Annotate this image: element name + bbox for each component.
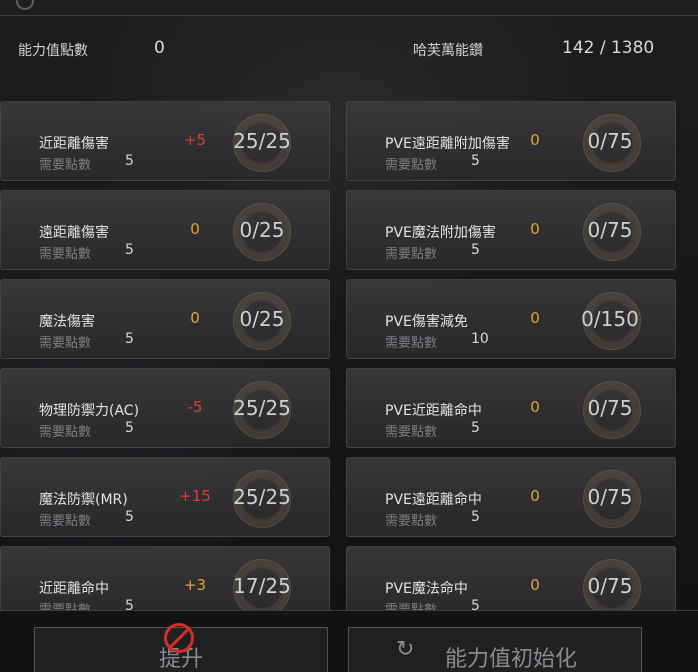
stat-level: 0/75 [587,396,633,420]
required-points-label: 需要點數 [39,425,92,440]
stat-name: PVE近距離命中 [385,403,482,419]
stat-delta: +5 [183,131,207,149]
stat-delta: 0 [530,131,540,149]
stat-card[interactable]: 魔法防禦(MR) 需要點數 5 +15 25/25 [0,457,330,537]
stat-name: PVE遠距離命中 [385,492,482,508]
stat-level: 17/25 [233,574,291,598]
stat-name: 魔法防禦(MR) [39,492,128,508]
stat-delta: 0 [190,220,200,238]
stat-grid: 近距離傷害 需要點數 5 +5 25/25 遠距離傷害 需要點數 5 0 0/25 魔法傷害 需要點數… [0,0,698,610]
required-points-value: 10 [471,331,489,347]
stat-level: 0/75 [587,574,633,598]
required-points-label: 需要點數 [39,158,92,173]
stat-card[interactable]: 近距離傷害需要點數 5 +5 25/25 [0,101,330,181]
required-points-value: 5 [471,598,480,610]
stat-card[interactable]: 遠距離傷害需要點數 5 0 0/25 [0,190,330,270]
required-points-label: 需要點數 [39,336,92,351]
stat-name: PVE遠距離附加傷害 [385,136,510,152]
stat-delta: 0 [530,398,540,416]
required-points-value: 5 [471,153,480,169]
stat-delta: 0 [530,576,540,594]
stat-card[interactable]: 近距離命中需要點數 5 +3 17/25 [0,546,330,610]
required-points-value: 5 [471,509,480,525]
stat-card[interactable]: PVE近距離命中 需要點數 5 0 0/75 [346,368,676,448]
reset-button[interactable]: 能力值初始化 [348,627,642,672]
stat-level: 0/75 [587,129,633,153]
no-entry-icon [164,623,194,653]
required-points-label: 需要點數 [385,247,438,262]
stat-level: 25/25 [233,485,291,509]
stat-name: PVE傷害減免 [385,314,468,330]
stat-card[interactable]: PVE傷害減免 需要點數 10 0 0/150 [346,279,676,359]
bottom-bar: 提升 能力值初始化 ↻ [0,610,698,672]
stat-level: 0/25 [239,218,285,242]
stat-name: PVE魔法附加傷害 [385,225,496,241]
refresh-icon: ↻ [396,637,415,662]
stat-name: 近距離命中 [39,581,109,597]
stat-level: 0/25 [239,307,285,331]
required-points-value: 5 [471,242,480,258]
stat-level: 25/25 [233,129,291,153]
stat-name: 魔法傷害 [39,314,95,330]
stat-delta: 0 [190,309,200,327]
required-points-value: 5 [125,420,134,436]
required-points-label: 需要點數 [385,158,438,173]
stat-level: 0/75 [587,485,633,509]
stat-card[interactable]: PVE魔法命中需要點數 5 0 0/75 [346,546,676,610]
required-points-label: 需要點數 [39,599,91,610]
stat-delta: 0 [530,309,540,327]
stat-card[interactable]: 魔法傷害需要點數 5 0 0/25 [0,279,330,359]
required-points-label: 需要點數 [385,425,438,440]
stat-name: 近距離傷害 [39,136,109,152]
stat-card[interactable]: PVE遠距離命中 需要點數 5 0 0/75 [346,457,676,537]
stat-delta: 0 [530,220,540,238]
stat-name: 遠距離傷害 [39,225,109,241]
required-points-value: 5 [471,420,480,436]
stat-level: 0/150 [581,307,639,331]
stat-delta: 0 [530,487,540,505]
stat-level: 25/25 [233,396,291,420]
required-points-label: 需要點數 [39,247,92,262]
stat-card[interactable]: PVE魔法附加傷害 需要點數 5 0 0/75 [346,190,676,270]
reset-label: 能力值初始化 [444,647,577,672]
required-points-value: 5 [125,242,134,258]
required-points-value: 5 [125,153,134,169]
stat-card[interactable]: PVE遠距離附加傷害 需要點數 5 0 0/75 [346,101,676,181]
required-points-label: 需要點數 [385,514,438,529]
required-points-label: 需要點數 [385,599,437,610]
stat-level: 0/75 [587,218,633,242]
required-points-value: 5 [125,331,134,347]
stat-card[interactable]: 物理防禦力(AC) 需要點數 5 -5 25/25 [0,368,330,448]
required-points-value: 5 [125,509,134,525]
stat-name: 物理防禦力(AC) [39,403,140,419]
required-points-value: 5 [125,598,134,610]
stat-delta: +15 [179,487,211,505]
required-points-label: 需要點數 [39,514,92,529]
stat-delta: +3 [183,576,207,594]
required-points-label: 需要點數 [385,336,438,351]
stat-name: PVE魔法命中 [385,581,468,597]
stat-delta: -5 [187,398,203,416]
